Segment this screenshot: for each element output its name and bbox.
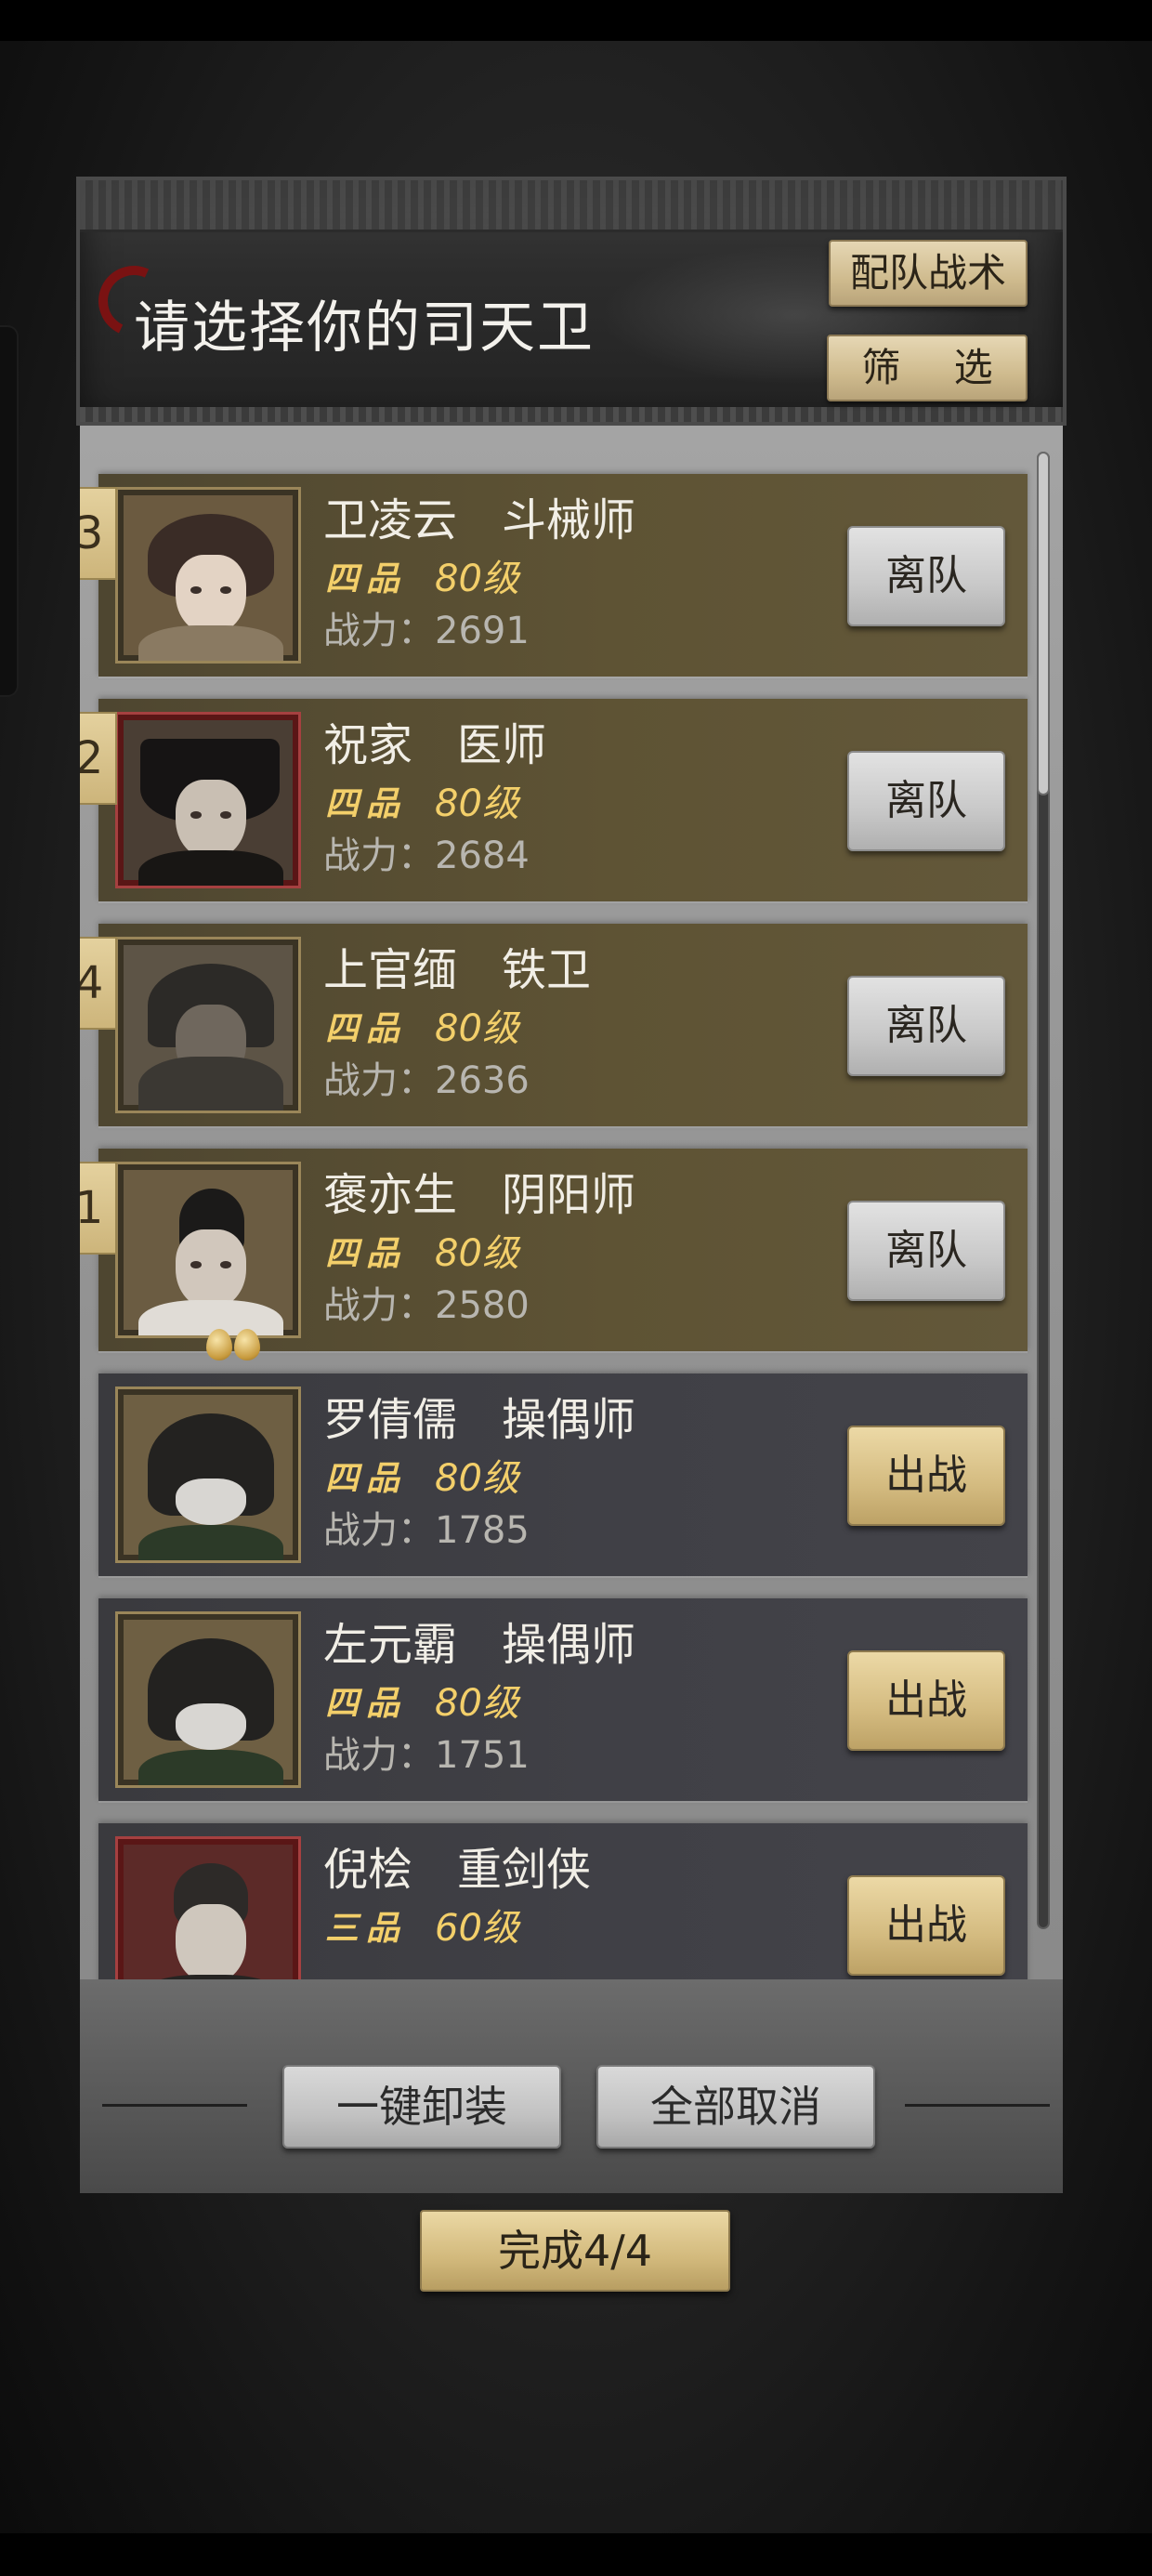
character-level: 80级 [435, 1457, 519, 1500]
portrait-scholar-icon [115, 1162, 301, 1338]
navigation-bar [0, 2533, 1152, 2576]
character-power: 战力：2636 [323, 1059, 530, 1102]
status-bar [0, 0, 1152, 41]
leave-team-button[interactable]: 离队 [847, 976, 1005, 1076]
character-power: 战力：2691 [323, 610, 530, 652]
deploy-button[interactable]: 出战 [847, 1650, 1005, 1751]
page-title: 请选择你的司天卫 [134, 296, 595, 361]
character-level: 80级 [435, 782, 519, 825]
character-grade: 四品 [325, 1010, 408, 1048]
cancel-all-button[interactable]: 全部取消 [596, 2065, 875, 2149]
portrait-hatted-man-icon [115, 712, 301, 888]
character-name: 倪桧 重剑侠 [323, 1844, 592, 1896]
team-slot-badge: 4 [80, 937, 117, 1030]
character-card[interactable]: 3 卫凌云 斗械师 四品 80级 战力：2691 离队 [80, 474, 1028, 677]
side-edge-handle [0, 325, 19, 697]
team-slot-badge: 3 [80, 487, 117, 580]
character-name: 左元霸 操偶师 [323, 1619, 636, 1671]
portrait-armored-icon [115, 937, 301, 1113]
character-list-area: 3 卫凌云 斗械师 四品 80级 战力：2691 离队 2 祝家 医师 四品 8… [80, 426, 1063, 1983]
character-power: 战力：2580 [323, 1284, 530, 1327]
portrait-hooded-icon [115, 1611, 301, 1788]
footer-divider-right [905, 2104, 1050, 2107]
panel-header: 请选择你的司天卫 配队战术 筛 选 [76, 177, 1067, 426]
deploy-button[interactable]: 出战 [847, 1875, 1005, 1976]
footer-divider-left [102, 2104, 247, 2107]
team-tactics-button[interactable]: 配队战术 [829, 240, 1028, 307]
character-name: 祝家 医师 [323, 719, 547, 771]
character-level: 80级 [435, 1007, 519, 1050]
character-grade: 四品 [325, 785, 408, 823]
team-select-panel: 请选择你的司天卫 配队战术 筛 选 3 卫凌云 斗械师 四品 80级 战力：26… [76, 177, 1067, 2193]
character-name: 卫凌云 斗械师 [323, 494, 636, 546]
character-card[interactable]: 1 褒亦生 阴阳师 四品 80级 战力：2580 离队 [80, 1149, 1028, 1360]
character-grade: 四品 [325, 1685, 408, 1723]
character-name: 罗倩儒 操偶师 [323, 1394, 636, 1446]
character-power: 战力：1785 [323, 1509, 530, 1552]
filter-button[interactable]: 筛 选 [827, 335, 1028, 401]
character-grade: 四品 [325, 1235, 408, 1273]
character-list[interactable]: 3 卫凌云 斗械师 四品 80级 战力：2691 离队 2 祝家 医师 四品 8… [80, 453, 1063, 1979]
portrait-hooded-icon [115, 1387, 301, 1563]
character-power: 战力：1751 [323, 1734, 530, 1777]
character-level: 80级 [435, 558, 519, 600]
header-trim [80, 180, 1063, 232]
deploy-button[interactable]: 出战 [847, 1426, 1005, 1526]
character-level: 60级 [435, 1907, 519, 1950]
character-card[interactable]: 2 祝家 医师 四品 80级 战力：2684 离队 [80, 699, 1028, 901]
character-card[interactable]: 4 上官缅 铁卫 四品 80级 战力：2636 离队 [80, 924, 1028, 1126]
character-card[interactable]: 倪桧 重剑侠 三品 60级 出战 [98, 1823, 1028, 1979]
character-level: 80级 [435, 1232, 519, 1275]
character-grade: 四品 [325, 560, 408, 598]
leave-team-button[interactable]: 离队 [847, 1201, 1005, 1301]
character-card[interactable]: 左元霸 操偶师 四品 80级 战力：1751 出战 [98, 1598, 1028, 1801]
team-slot-badge: 1 [80, 1162, 117, 1255]
character-grade: 三品 [325, 1910, 408, 1948]
unequip-all-button[interactable]: 一键卸装 [282, 2065, 561, 2149]
leave-team-button[interactable]: 离队 [847, 526, 1005, 626]
list-scrollbar-thumb[interactable] [1037, 452, 1050, 795]
done-button[interactable]: 完成4/4 [420, 2210, 730, 2292]
character-name: 上官缅 铁卫 [323, 944, 592, 996]
header-trim-bottom [80, 407, 1063, 422]
character-grade: 四品 [325, 1460, 408, 1498]
character-name: 褒亦生 阴阳师 [323, 1169, 636, 1221]
character-power: 战力：2684 [323, 835, 530, 877]
portrait-swordsman-icon [115, 1836, 301, 1979]
panel-footer: 一键卸装 全部取消 [80, 1979, 1063, 2193]
awaken-badge-icon [206, 1329, 268, 1370]
character-card[interactable]: 罗倩儒 操偶师 四品 80级 战力：1785 出战 [98, 1373, 1028, 1576]
leave-team-button[interactable]: 离队 [847, 751, 1005, 851]
character-level: 80级 [435, 1682, 519, 1725]
team-slot-badge: 2 [80, 712, 117, 805]
portrait-girl-icon [115, 487, 301, 664]
